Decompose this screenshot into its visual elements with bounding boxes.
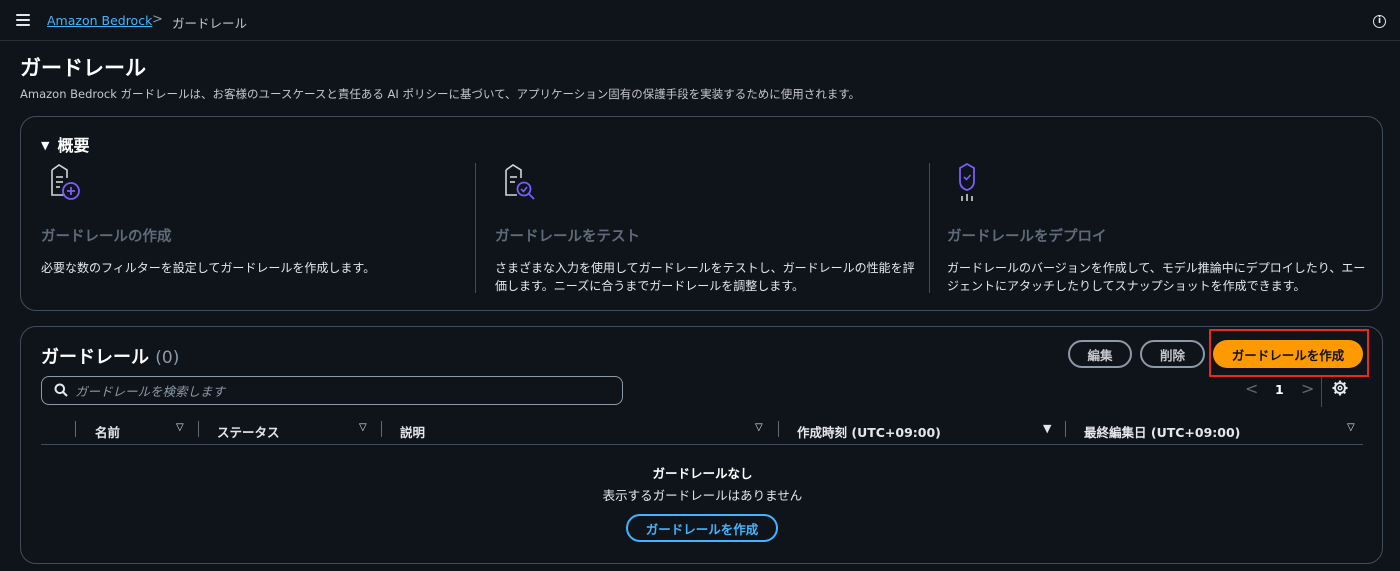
edit-button[interactable]: 編集 bbox=[1068, 340, 1132, 368]
divider bbox=[475, 163, 476, 293]
delete-button[interactable]: 削除 bbox=[1140, 340, 1205, 368]
page-title: ガードレール bbox=[20, 56, 146, 80]
column-header-last-edited[interactable]: 最終編集日 (UTC+09:00) bbox=[1084, 422, 1240, 441]
column-divider bbox=[1065, 421, 1066, 437]
shield-document-search-icon bbox=[505, 164, 535, 200]
overview-step-description: さまざまな入力を使用してガードレールをテストし、ガードレールの性能を評価します。… bbox=[495, 261, 915, 293]
breadcrumb-current: ガードレール bbox=[172, 16, 248, 31]
overview-step-create: ガードレールの作成 必要な数のフィルターを設定してガードレールを作成します。 bbox=[41, 161, 471, 275]
overview-step-description: ガードレールのバージョンを作成して、モデル推論中にデプロイしたり、エージェントに… bbox=[947, 261, 1366, 293]
sort-icon[interactable]: ▽ bbox=[359, 422, 367, 433]
overview-panel: ▼ 概要 ガードレールの作成 必要な数のフィルターを設定してガードレールを作成しま… bbox=[20, 116, 1383, 311]
table-header: 名前 ▽ ステータス ▽ 説明 ▽ 作成時刻 (UTC+09:00) ▼ 最終編… bbox=[41, 413, 1363, 445]
breadcrumb-separator-icon: > bbox=[152, 12, 163, 27]
pagination-next-icon[interactable]: > bbox=[1301, 379, 1314, 398]
sort-desc-icon[interactable]: ▼ bbox=[1043, 422, 1051, 435]
sort-icon[interactable]: ▽ bbox=[1347, 422, 1355, 433]
overview-step-title: ガードレールの作成 bbox=[41, 229, 172, 245]
guardrails-title-label: ガードレール bbox=[41, 347, 149, 368]
search-field[interactable] bbox=[41, 376, 623, 405]
column-header-name[interactable]: 名前 bbox=[95, 422, 120, 441]
guardrails-title: ガードレール (0) bbox=[41, 343, 179, 369]
info-icon[interactable]: i bbox=[1373, 15, 1386, 28]
overview-step-title: ガードレールをデプロイ bbox=[947, 229, 1107, 245]
overview-toggle[interactable]: ▼ 概要 bbox=[41, 132, 89, 156]
column-header-created[interactable]: 作成時刻 (UTC+09:00) bbox=[797, 422, 941, 441]
column-divider bbox=[75, 421, 76, 437]
column-header-description[interactable]: 説明 bbox=[400, 422, 425, 441]
pagination-prev-icon[interactable]: < bbox=[1245, 379, 1258, 398]
empty-state-title: ガードレールなし bbox=[652, 466, 753, 481]
overview-step-description: 必要な数のフィルターを設定してガードレールを作成します。 bbox=[41, 261, 376, 275]
column-header-status[interactable]: ステータス bbox=[217, 422, 280, 441]
overview-step-test: ガードレールをテスト さまざまな入力を使用してガードレールをテストし、ガードレー… bbox=[495, 161, 925, 293]
empty-create-guardrail-button[interactable]: ガードレールを作成 bbox=[626, 514, 778, 542]
column-divider bbox=[198, 421, 199, 437]
empty-state-description: 表示するガードレールはありません bbox=[602, 488, 803, 503]
overview-step-title: ガードレールをテスト bbox=[495, 229, 640, 245]
overview-header-label: 概要 bbox=[57, 136, 90, 155]
top-navigation-bar: Amazon Bedrock > ガードレール i bbox=[0, 0, 1400, 41]
sort-icon[interactable]: ▽ bbox=[755, 422, 763, 433]
pagination-page-1[interactable]: 1 bbox=[1275, 382, 1284, 397]
column-divider bbox=[778, 421, 779, 437]
divider bbox=[929, 163, 930, 293]
search-input[interactable] bbox=[75, 380, 615, 402]
guardrails-table-panel: ガードレール (0) 編集 削除 ガードレールを作成 < 1 > 名前 ▽ ステ… bbox=[20, 326, 1383, 564]
create-guardrail-button[interactable]: ガードレールを作成 bbox=[1213, 340, 1363, 368]
overview-step-deploy: ガードレールをデプロイ ガードレールのバージョンを作成して、モデル推論中にデプロ… bbox=[947, 161, 1377, 293]
shield-document-plus-icon bbox=[51, 164, 80, 200]
search-icon bbox=[54, 383, 68, 397]
shield-deploy-icon bbox=[959, 162, 975, 201]
guardrails-count: (0) bbox=[155, 348, 180, 368]
caret-down-icon: ▼ bbox=[41, 139, 50, 152]
page-description: Amazon Bedrock ガードレールは、お客様のユースケースと責任ある A… bbox=[20, 87, 861, 101]
sort-icon[interactable]: ▽ bbox=[176, 422, 184, 433]
column-divider bbox=[381, 421, 382, 437]
gear-icon[interactable] bbox=[1332, 380, 1348, 396]
divider bbox=[1321, 377, 1322, 407]
menu-icon[interactable] bbox=[16, 14, 30, 26]
breadcrumb-root-link[interactable]: Amazon Bedrock bbox=[47, 13, 152, 28]
